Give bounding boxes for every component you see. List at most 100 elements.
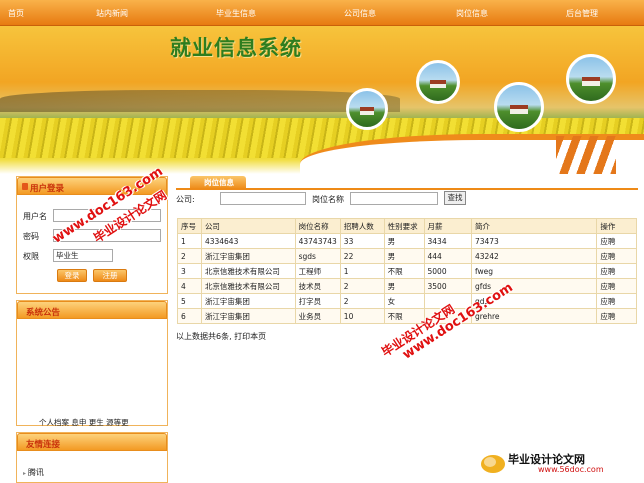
top-nav: 首页 站内新闻 毕业生信息 公司信息 岗位信息 后台管理 (0, 0, 644, 26)
table-cell: 3500 (423, 278, 472, 294)
position-label: 岗位名称 (312, 195, 344, 204)
register-button[interactable]: 注册 (93, 269, 127, 282)
table-cell: 444 (423, 248, 472, 264)
table-cell: 技术员 (294, 278, 341, 294)
table-cell: 1 (339, 263, 385, 279)
table-row: 4 北京信雅技术有限公司 技术员 2 男 3500 gfds 应聘 (177, 278, 637, 294)
nav-item-admin[interactable]: 后台管理 (566, 8, 598, 19)
link-label: 腾讯 (27, 468, 44, 477)
login-panel: 用户登录 用户名 密码 权限 毕业生 登录 注册 (16, 176, 168, 294)
password-input[interactable] (53, 229, 161, 242)
tree-line-decoration (0, 90, 400, 112)
column-header: 操作 (596, 218, 637, 234)
notice-panel-header: 系统公告 (17, 301, 167, 319)
tab-underline (176, 188, 638, 190)
search-bar: 公司: 岗位名称 查找 (176, 191, 638, 207)
table-row: 2 浙江宇宙集团 sgds 22 男 444 43242 应聘 (177, 248, 637, 264)
table-cell: 2 (339, 293, 385, 309)
stripes-decoration (556, 136, 616, 174)
login-panel-header: 用户登录 (17, 177, 167, 195)
table-cell: 业务员 (294, 308, 341, 324)
apply-link[interactable]: 应聘 (596, 278, 637, 294)
table-cell: 4 (177, 278, 202, 294)
table-cell: 10 (339, 308, 385, 324)
column-header: 简介 (470, 218, 598, 234)
role-label: 权限 (23, 252, 39, 261)
table-cell: 女 (383, 293, 425, 309)
notice-panel: 系统公告 个人档案 息申 更生 源等更 (16, 300, 168, 427)
table-cell: 3 (177, 263, 202, 279)
table-cell: 男 (383, 233, 425, 249)
column-header: 公司 (200, 218, 296, 234)
header-banner: 就业信息系统 (0, 26, 644, 174)
apply-link[interactable]: 应聘 (596, 263, 637, 279)
table-cell: 5 (177, 293, 202, 309)
table-cell: 不限 (383, 308, 425, 324)
scenery-photo-icon (494, 82, 544, 132)
column-header: 序号 (177, 218, 202, 234)
table-cell: 浙江宇宙集团 (200, 293, 296, 309)
table-cell: 男 (383, 248, 425, 264)
links-panel-header: 友情连接 (17, 433, 167, 451)
column-header: 性别要求 (383, 218, 425, 234)
table-cell: 43743743 (294, 233, 341, 249)
company-label: 公司: (176, 195, 195, 204)
table-cell: 浙江宇宙集团 (200, 248, 296, 264)
table-cell: 22 (339, 248, 385, 264)
table-cell: gfds (470, 278, 598, 294)
nav-item-positions[interactable]: 岗位信息 (456, 8, 488, 19)
table-cell: 不限 (383, 263, 425, 279)
table-cell: 浙江宇宙集团 (200, 308, 296, 324)
table-cell: 北京信雅技术有限公司 (200, 278, 296, 294)
table-cell: grehre (470, 308, 598, 324)
link-item[interactable]: ▸ 腾讯 (23, 467, 44, 478)
table-cell: 1 (177, 233, 202, 249)
apply-link[interactable]: 应聘 (596, 308, 637, 324)
table-cell: 33 (339, 233, 385, 249)
table-cell: 工程师 (294, 263, 341, 279)
table-row: 3 北京信雅技术有限公司 工程师 1 不限 5000 fweg 应聘 (177, 263, 637, 279)
links-panel: 友情连接 ▸ 腾讯 (16, 432, 168, 483)
company-search-input[interactable] (220, 192, 306, 205)
notice-ticker: 个人档案 息申 更生 源等更 (39, 418, 129, 427)
logo-url: www.56doc.com (538, 465, 604, 474)
table-cell: 男 (383, 278, 425, 294)
site-logo: 毕业设计论文网 www.56doc.com (478, 451, 638, 477)
search-button[interactable]: 查找 (444, 191, 466, 205)
apply-link[interactable]: 应聘 (596, 233, 637, 249)
nav-item-home[interactable]: 首页 (8, 8, 24, 19)
nav-item-graduates[interactable]: 毕业生信息 (216, 8, 256, 19)
nav-item-companies[interactable]: 公司信息 (344, 8, 376, 19)
table-row: 1 4334643 43743743 33 男 3434 73473 应聘 (177, 233, 637, 249)
table-header-row: 序号 公司 岗位名称 招聘人数 性别要求 月薪 简介 操作 (177, 218, 637, 234)
table-cell: 4334643 (200, 233, 296, 249)
scenery-photo-icon (566, 54, 616, 104)
table-cell: 2 (177, 248, 202, 264)
role-select[interactable]: 毕业生 (53, 249, 113, 262)
column-header: 月薪 (423, 218, 472, 234)
scenery-photo-icon (416, 60, 460, 104)
banner-title: 就业信息系统 (170, 35, 302, 60)
username-label: 用户名 (23, 212, 47, 221)
login-button[interactable]: 登录 (57, 269, 87, 282)
apply-link[interactable]: 应聘 (596, 293, 637, 309)
column-header: 招聘人数 (339, 218, 385, 234)
table-cell: 6 (177, 308, 202, 324)
apply-link[interactable]: 应聘 (596, 248, 637, 264)
table-cell: 73473 (470, 233, 598, 249)
table-cell: 北京信雅技术有限公司 (200, 263, 296, 279)
table-cell: 5000 (423, 263, 472, 279)
username-input[interactable] (53, 209, 161, 222)
table-cell: 2 (339, 278, 385, 294)
table-cell: 3434 (423, 233, 472, 249)
login-title: 用户登录 (30, 184, 65, 194)
table-summary: 以上数据共6条, 打印本页 (176, 332, 267, 341)
column-header: 岗位名称 (294, 218, 341, 234)
table-row: 6 浙江宇宙集团 业务员 10 不限 grehre 应聘 (177, 308, 637, 324)
positions-table: 序号 公司 岗位名称 招聘人数 性别要求 月薪 简介 操作 1 4334643 43… (177, 218, 637, 324)
table-cell: fweg (470, 263, 598, 279)
position-search-input[interactable] (350, 192, 438, 205)
nav-item-news[interactable]: 站内新闻 (96, 8, 128, 19)
notice-title: 系统公告 (26, 308, 61, 318)
table-cell: 43242 (470, 248, 598, 264)
